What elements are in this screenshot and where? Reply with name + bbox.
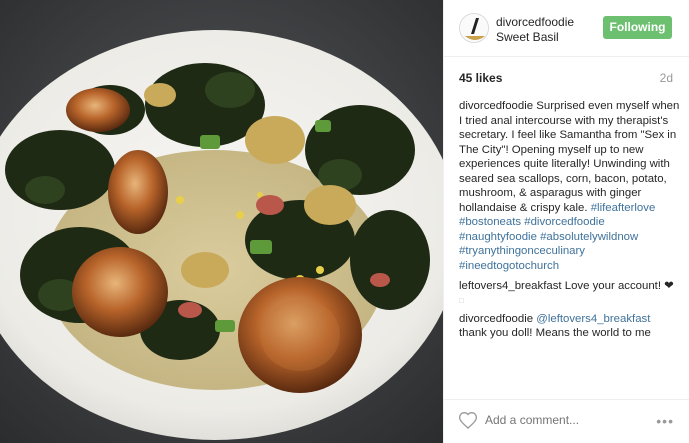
comment-item: leftovers4_breakfast Love your account! … [459, 279, 681, 306]
food-photo-illustration [0, 0, 443, 443]
post-footer: ••• [444, 399, 689, 443]
hashtag[interactable]: #lifeafterlove [591, 202, 656, 214]
heart-outline-svg [458, 411, 478, 429]
post-stats: 45 likes 2d [444, 57, 689, 92]
comment-item: divorcedfoodie @leftovers4_breakfast tha… [459, 312, 681, 341]
avatar[interactable] [459, 13, 489, 43]
likes-count[interactable]: 45 likes [459, 71, 502, 85]
post-photo[interactable] [0, 0, 443, 443]
post-location[interactable]: Sweet Basil [496, 30, 559, 44]
add-comment-input[interactable] [485, 413, 635, 427]
caption-text: Surprised even myself when I tried anal … [459, 100, 680, 214]
post-username[interactable]: divorcedfoodie [496, 15, 574, 29]
caption: divorcedfoodie Surprised even myself whe… [459, 99, 681, 273]
hashtag[interactable]: #tryanythingonceculinary [459, 245, 585, 257]
comment-text: Love your account! [564, 280, 661, 292]
hashtag[interactable]: #bostoneats [459, 216, 521, 228]
comment-username[interactable]: divorcedfoodie [459, 313, 533, 325]
hashtag[interactable]: #ineedtogotochurch [459, 260, 559, 272]
heart-outline-icon[interactable] [458, 411, 478, 431]
comment-text: thank you doll! Means the world to me [459, 327, 651, 339]
hashtag[interactable]: #divorcedfoodie [524, 216, 604, 228]
avatar-image [460, 14, 488, 42]
more-options-icon[interactable]: ••• [656, 413, 674, 429]
caption-username[interactable]: divorcedfoodie [459, 100, 533, 112]
post-time[interactable]: 2d [660, 71, 673, 85]
hashtag[interactable]: #naughtyfoodie [459, 231, 537, 243]
hashtag[interactable]: #absolutelywildnow [540, 231, 638, 243]
post-header: divorcedfoodie Sweet Basil Following [444, 0, 689, 57]
heart-emoji-icon: ❤ [664, 280, 674, 292]
emoji-placeholder-icon: □ [459, 295, 464, 305]
post-side-panel: divorcedfoodie Sweet Basil Following 45 … [443, 0, 689, 443]
comment-mention[interactable]: @leftovers4_breakfast [536, 313, 650, 325]
following-button[interactable]: Following [603, 16, 672, 39]
comments-list: divorcedfoodie Surprised even myself whe… [459, 99, 681, 347]
comment-username[interactable]: leftovers4_breakfast [459, 280, 562, 292]
instagram-post: divorcedfoodie Sweet Basil Following 45 … [0, 0, 689, 443]
